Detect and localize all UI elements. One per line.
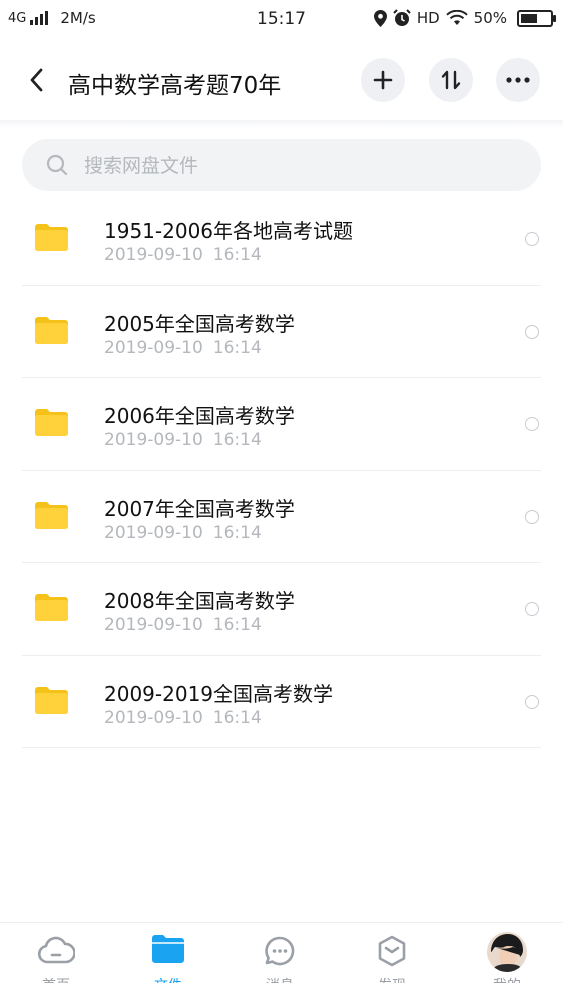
more-button[interactable]: [496, 58, 540, 102]
nav-discover[interactable]: 发现: [336, 923, 448, 983]
file-modified: 2019-09-10 16:14: [104, 245, 262, 265]
folder-icon: [35, 409, 68, 436]
file-modified: 2019-09-10 16:14: [104, 708, 262, 728]
file-date: 2019-09-10: [104, 615, 203, 635]
file-date: 2019-09-10: [104, 245, 203, 265]
select-checkbox[interactable]: [525, 417, 539, 431]
nav-home[interactable]: 首页: [0, 923, 112, 983]
search-icon: [46, 154, 68, 176]
file-modified: 2019-09-10 16:14: [104, 430, 262, 450]
file-row[interactable]: 2009-2019全国高考数学 2019-09-10 16:14: [0, 656, 563, 749]
select-checkbox[interactable]: [525, 694, 539, 709]
select-checkbox[interactable]: [525, 232, 539, 246]
sort-button[interactable]: [429, 58, 473, 102]
folder-icon: [152, 935, 184, 963]
file-name: 2008年全国高考数学: [104, 589, 295, 613]
nav-messages[interactable]: 消息: [224, 923, 336, 983]
file-name: 2005年全国高考数学: [104, 311, 295, 336]
sort-icon: [441, 70, 461, 90]
app-header: 高中数学高考题70年: [0, 46, 563, 116]
file-time: 16:14: [212, 430, 262, 450]
file-row[interactable]: 2007年全国高考数学 2019-09-10 16:14: [0, 471, 563, 564]
back-icon: [30, 68, 43, 92]
nav-files[interactable]: 文件: [112, 923, 224, 983]
cloud-icon: [37, 936, 75, 964]
alarm-icon: [393, 9, 411, 26]
location-icon: [373, 9, 387, 27]
plus-icon: [373, 70, 393, 90]
status-bar: 4G 2M/s 15:17 HD 50%: [0, 0, 563, 38]
file-row[interactable]: 1951-2006年各地高考试题 2019-09-10 16:14: [0, 193, 563, 286]
file-modified: 2019-09-10 16:14: [104, 523, 262, 543]
file-modified: 2019-09-10 16:14: [104, 615, 262, 635]
folder-icon: [35, 594, 68, 621]
wifi-icon: [445, 10, 468, 25]
discover-icon: [378, 935, 406, 967]
folder-icon: [35, 316, 68, 344]
more-icon: [506, 77, 530, 83]
file-row[interactable]: 2008年全国高考数学 2019-09-10 16:14: [0, 563, 563, 656]
hd-indicator: HD: [416, 9, 440, 27]
file-name: 1951-2006年各地高考试题: [104, 219, 354, 243]
file-row[interactable]: 2006年全国高考数学 2019-09-10 16:14: [0, 378, 563, 471]
add-button[interactable]: [361, 58, 405, 102]
nav-profile[interactable]: 我的: [451, 923, 563, 983]
file-name: 2006年全国高考数学: [104, 404, 295, 428]
file-date: 2019-09-10: [104, 337, 203, 358]
select-checkbox[interactable]: [525, 324, 539, 339]
select-checkbox[interactable]: [525, 509, 539, 524]
folder-icon: [35, 501, 68, 529]
bottom-nav: 首页 文件 消息 发现 我的: [0, 922, 563, 983]
file-time: 16:14: [212, 522, 262, 543]
file-modified: 2019-09-10 16:14: [104, 338, 262, 358]
header-divider: [0, 120, 563, 128]
file-row[interactable]: 2005年全国高考数学 2019-09-10 16:14: [0, 286, 563, 379]
file-name: 2009-2019全国高考数学: [104, 681, 334, 706]
chat-icon: [265, 936, 295, 966]
folder-icon: [35, 224, 68, 251]
battery-percent: 50%: [473, 9, 507, 27]
search-bar[interactable]: [22, 139, 541, 193]
status-right: HD 50%: [373, 9, 556, 27]
file-time: 16:14: [212, 707, 262, 728]
file-date: 2019-09-10: [104, 707, 203, 728]
file-time: 16:14: [212, 245, 262, 265]
search-input[interactable]: [82, 139, 526, 193]
file-name: 2007年全国高考数学: [104, 496, 295, 521]
file-time: 16:14: [212, 615, 262, 635]
battery-icon: [517, 9, 556, 27]
file-time: 16:14: [212, 337, 262, 358]
avatar-image: [487, 932, 527, 972]
select-checkbox[interactable]: [525, 602, 539, 616]
back-button[interactable]: [26, 66, 50, 94]
file-date: 2019-09-10: [104, 430, 203, 450]
file-list: 1951-2006年各地高考试题 2019-09-10 16:14 2005年全国…: [0, 193, 563, 748]
folder-icon: [35, 686, 68, 714]
file-date: 2019-09-10: [104, 522, 203, 543]
avatar: [487, 932, 527, 972]
page-title: 高中数学高考题70年: [68, 73, 282, 99]
